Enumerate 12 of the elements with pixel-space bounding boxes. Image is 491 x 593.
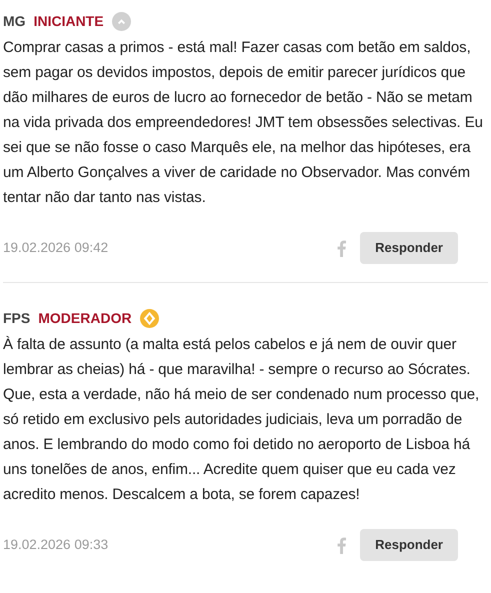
comment-text: À falta de assunto (a malta está pelos cabelos e já nem de ouvir quer lembrar as cheias) há - que maravilha! - sempre o recurso ao Sócrates. Que, esta a verdade, não há meio de ser condenado num processo que, só retido em exclusivo pels autoridades judiciais, leva um porradão de anos. E lembrando do modo como foi detido no aeroporto de Lisboa há uns tonelões de anos, enfim... Acredite quem quiser que eu cada vez acredito menos. Descalcem a bota, se forem capazes! bbox=[3, 335, 480, 505]
comment-date: 19.02.2026 09:33 bbox=[3, 536, 108, 554]
facebook-icon[interactable] bbox=[337, 536, 346, 554]
facebook-icon[interactable] bbox=[337, 240, 346, 256]
comment-text: Comprar casas a primos - está mal! Fazer casas com betão em saldos, sem pagar os devidos impostos, depois de emitir parecer jurídicos que dão milhares de euros de lucro ao fornecedor de betão - Não se metam na vida privada dos empreendedores! JMT tem obsessões selectivas. Eu sei que se não fosse o caso Marquês ele, na melhor das hipóteses, era um Alberto Gonçalves a viver de caridade no Observador. Mas convém tentar não dar tanto nas vistas. bbox=[3, 38, 484, 208]
reply-button[interactable]: Responder bbox=[360, 529, 458, 561]
rank-label: INICIANTE bbox=[34, 12, 104, 30]
author-name: FPS bbox=[3, 308, 30, 328]
rank-label: MODERADOR bbox=[38, 308, 132, 328]
comment-date: 19.02.2026 09:42 bbox=[3, 238, 108, 257]
author-name: MG bbox=[3, 12, 26, 30]
reply-button[interactable]: Responder bbox=[360, 232, 458, 264]
